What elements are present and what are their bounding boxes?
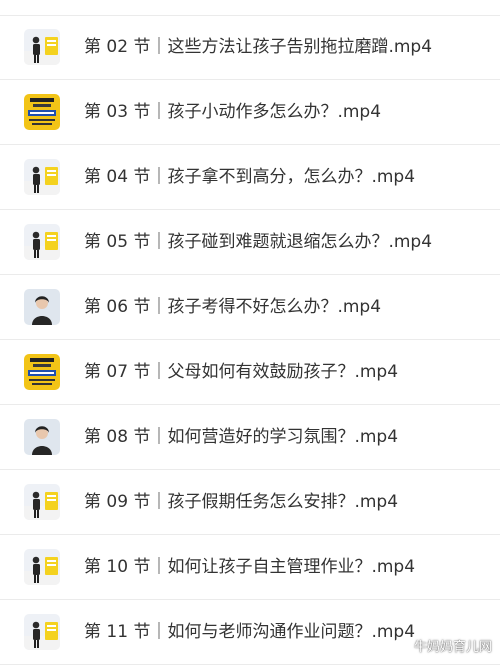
lesson-title: 第 04 节｜孩子拿不到高分，怎么办？.mp4 xyxy=(84,167,416,187)
lesson-row[interactable]: 第 10 节｜如何让孩子自主管理作业？.mp4 xyxy=(0,535,500,600)
teacher-portrait-icon xyxy=(24,289,60,325)
lesson-title: 第 07 节｜父母如何有效鼓励孩子？.mp4 xyxy=(84,362,399,382)
lesson-title: 第 08 节｜如何营造好的学习氛围？.mp4 xyxy=(84,427,399,447)
yellow-poster-icon xyxy=(24,94,60,130)
teacher-standing-icon xyxy=(24,614,60,650)
teacher-standing-icon xyxy=(24,224,60,260)
lesson-title: 第 06 节｜孩子考得不好怎么办？.mp4 xyxy=(84,297,382,317)
teacher-standing-icon xyxy=(24,29,60,65)
lesson-row[interactable]: 第 03 节｜孩子小动作多怎么办？.mp4 xyxy=(0,80,500,145)
lesson-title: 第 02 节｜这些方法让孩子告别拖拉磨蹭.mp4 xyxy=(84,37,433,57)
lesson-row[interactable]: 第 08 节｜如何营造好的学习氛围？.mp4 xyxy=(0,405,500,470)
lesson-title: 第 09 节｜孩子假期任务怎么安排？.mp4 xyxy=(84,492,399,512)
watermark-text: 牛妈妈育儿网 xyxy=(413,640,492,655)
lesson-list: 第 02 节｜这些方法让孩子告别拖拉磨蹭.mp4 第 03 节｜孩子小动作多怎么… xyxy=(0,15,500,665)
lesson-row[interactable]: 第 06 节｜孩子考得不好怎么办？.mp4 xyxy=(0,275,500,340)
teacher-standing-icon xyxy=(24,484,60,520)
lesson-row[interactable]: 第 11 节｜如何与老师沟通作业问题？.mp4 xyxy=(0,600,500,665)
teacher-portrait-icon xyxy=(24,419,60,455)
lesson-row[interactable]: 第 02 节｜这些方法让孩子告别拖拉磨蹭.mp4 xyxy=(0,15,500,80)
lesson-title: 第 03 节｜孩子小动作多怎么办？.mp4 xyxy=(84,102,382,122)
lesson-title: 第 11 节｜如何与老师沟通作业问题？.mp4 xyxy=(84,622,416,642)
lesson-row[interactable]: 第 07 节｜父母如何有效鼓励孩子？.mp4 xyxy=(0,340,500,405)
teacher-standing-icon xyxy=(24,549,60,585)
lesson-title: 第 10 节｜如何让孩子自主管理作业？.mp4 xyxy=(84,557,416,577)
lesson-row[interactable]: 第 05 节｜孩子碰到难题就退缩怎么办？.mp4 xyxy=(0,210,500,275)
lesson-row[interactable]: 第 09 节｜孩子假期任务怎么安排？.mp4 xyxy=(0,470,500,535)
watermark: 牛妈妈育儿网 xyxy=(393,636,492,655)
wechat-icon xyxy=(393,638,411,654)
yellow-poster-icon xyxy=(24,354,60,390)
teacher-standing-icon xyxy=(24,159,60,195)
lesson-row[interactable]: 第 04 节｜孩子拿不到高分，怎么办？.mp4 xyxy=(0,145,500,210)
lesson-title: 第 05 节｜孩子碰到难题就退缩怎么办？.mp4 xyxy=(84,232,433,252)
